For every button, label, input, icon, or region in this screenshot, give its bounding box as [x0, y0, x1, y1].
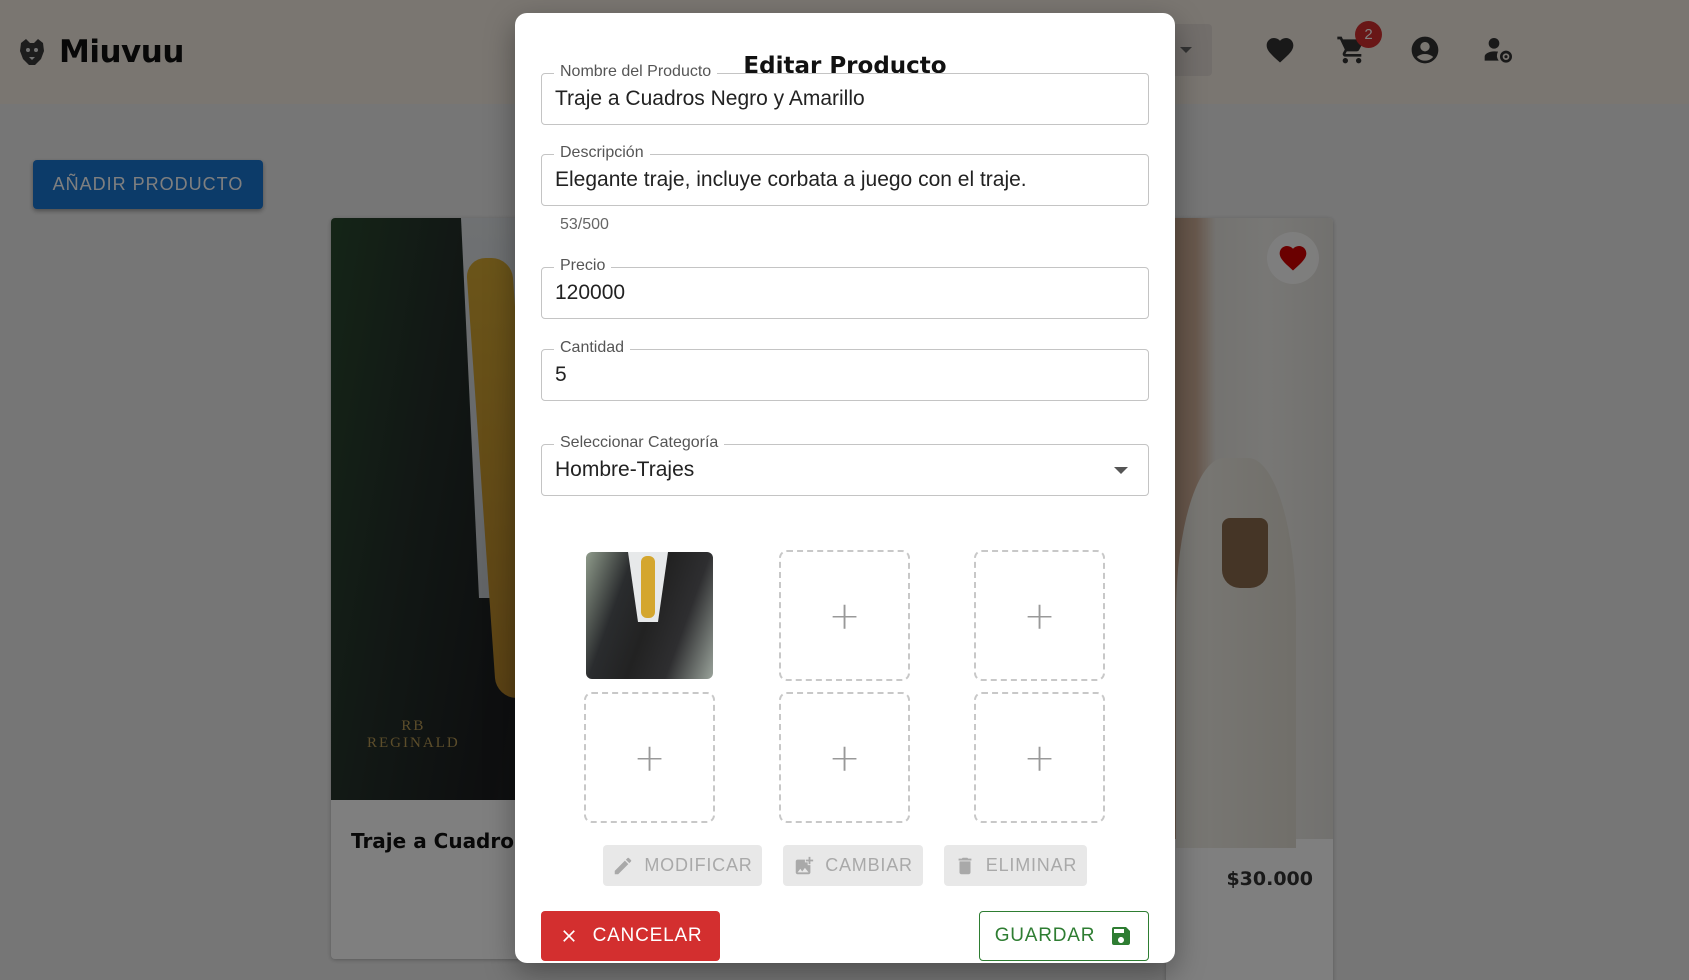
edit-product-dialog: Editar Producto Nombre del Producto Desc…: [515, 13, 1175, 963]
plus-icon: +: [1023, 593, 1056, 638]
plus-icon: +: [633, 735, 666, 780]
quantity-field[interactable]: Cantidad: [541, 339, 1149, 401]
product-name-input[interactable]: [555, 74, 1098, 124]
cancel-label: CANCELAR: [592, 925, 703, 946]
change-image-button[interactable]: CAMBIAR: [783, 845, 923, 886]
image-slot-3[interactable]: +: [974, 550, 1105, 681]
save-button[interactable]: GUARDAR: [979, 911, 1149, 961]
delete-label: ELIMINAR: [985, 855, 1078, 875]
description-char-counter: 53/500: [560, 216, 609, 233]
change-label: CAMBIAR: [825, 855, 913, 875]
image-slot-5[interactable]: +: [779, 692, 910, 823]
save-icon: [1112, 927, 1131, 945]
description-field[interactable]: Descripción: [541, 144, 1149, 206]
plus-icon: +: [828, 593, 861, 638]
image-slot-2[interactable]: +: [779, 550, 910, 681]
category-value: Hombre-Trajes: [555, 458, 695, 481]
image-slot-6[interactable]: +: [974, 692, 1105, 823]
image-slot-4[interactable]: +: [584, 692, 715, 823]
category-select[interactable]: Seleccionar Categoría Hombre-Trajes: [541, 434, 1149, 496]
add-photo-icon: [795, 856, 814, 874]
cancel-button[interactable]: CANCELAR: [541, 911, 720, 961]
description-input[interactable]: [555, 155, 1098, 205]
delete-image-button[interactable]: ELIMINAR: [944, 845, 1087, 886]
quantity-input[interactable]: [555, 350, 1098, 400]
price-input[interactable]: [555, 268, 1098, 318]
price-field[interactable]: Precio: [541, 257, 1149, 319]
pencil-icon: [615, 857, 632, 874]
product-image-thumbnail[interactable]: [586, 552, 713, 679]
trash-icon: [958, 857, 972, 874]
plus-icon: +: [1023, 735, 1056, 780]
modify-label: MODIFICAR: [644, 855, 753, 875]
modify-image-button[interactable]: MODIFICAR: [603, 845, 762, 886]
chevron-down-icon: [1114, 467, 1128, 474]
product-name-field[interactable]: Nombre del Producto: [541, 63, 1149, 125]
save-label: GUARDAR: [994, 925, 1096, 946]
close-icon: [562, 930, 575, 942]
plus-icon: +: [828, 735, 861, 780]
